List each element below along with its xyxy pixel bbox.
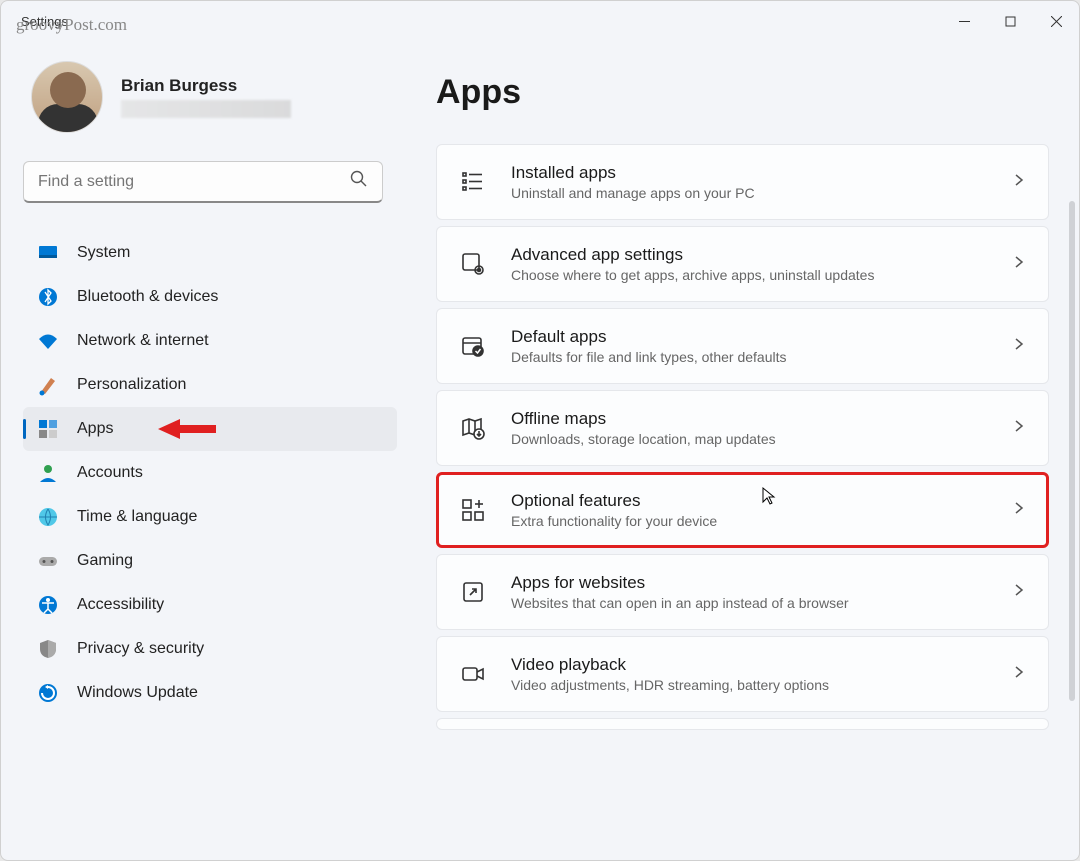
- card-default-apps[interactable]: Default apps Defaults for file and link …: [436, 308, 1049, 384]
- chevron-right-icon: [1012, 173, 1026, 192]
- username: Brian Burgess: [121, 76, 291, 96]
- sidebar-item-label: Apps: [77, 420, 113, 438]
- sidebar-item-label: Privacy & security: [77, 640, 204, 658]
- apps-icon: [37, 418, 59, 440]
- sidebar-item-update[interactable]: Windows Update: [23, 671, 397, 715]
- update-icon: [37, 682, 59, 704]
- card-title: Offline maps: [511, 409, 1012, 429]
- sidebar-item-label: Personalization: [77, 376, 186, 394]
- card-subtitle: Defaults for file and link types, other …: [511, 349, 1012, 365]
- sidebar-item-gaming[interactable]: Gaming: [23, 539, 397, 583]
- profile-section[interactable]: Brian Burgess: [23, 61, 397, 133]
- avatar: [31, 61, 103, 133]
- main-content: Apps Installed apps Uninstall and manage…: [411, 41, 1079, 860]
- sidebar-item-personalization[interactable]: Personalization: [23, 363, 397, 407]
- sidebar-item-label: Accounts: [77, 464, 143, 482]
- email-redacted: [121, 100, 291, 118]
- list-icon: [459, 168, 487, 196]
- sidebar-item-label: Accessibility: [77, 596, 164, 614]
- sidebar-item-accounts[interactable]: Accounts: [23, 451, 397, 495]
- gamepad-icon: [37, 550, 59, 572]
- settings-window: groovyPost.com Settings Brian Burgess: [0, 0, 1080, 861]
- card-installed-apps[interactable]: Installed apps Uninstall and manage apps…: [436, 144, 1049, 220]
- sidebar-item-system[interactable]: System: [23, 231, 397, 275]
- page-title: Apps: [436, 73, 1049, 112]
- search-icon: [350, 170, 368, 193]
- grid-plus-icon: [459, 496, 487, 524]
- sidebar-item-label: Bluetooth & devices: [77, 288, 218, 306]
- video-icon: [459, 660, 487, 688]
- open-external-icon: [459, 578, 487, 606]
- person-icon: [37, 462, 59, 484]
- sidebar-item-time[interactable]: Time & language: [23, 495, 397, 539]
- card-advanced-settings[interactable]: Advanced app settings Choose where to ge…: [436, 226, 1049, 302]
- card-title: Advanced app settings: [511, 245, 1012, 265]
- card-partial[interactable]: [436, 718, 1049, 730]
- chevron-right-icon: [1012, 665, 1026, 684]
- sidebar-item-label: Windows Update: [77, 684, 198, 702]
- maximize-button[interactable]: [987, 1, 1033, 41]
- search-box[interactable]: [23, 161, 383, 203]
- card-title: Apps for websites: [511, 573, 1012, 593]
- paintbrush-icon: [37, 374, 59, 396]
- card-optional-features[interactable]: Optional features Extra functionality fo…: [436, 472, 1049, 548]
- search-input[interactable]: [38, 173, 350, 191]
- card-subtitle: Video adjustments, HDR streaming, batter…: [511, 677, 1012, 693]
- system-icon: [37, 242, 59, 264]
- sidebar-item-label: Network & internet: [77, 332, 209, 350]
- sidebar-item-label: Gaming: [77, 552, 133, 570]
- sidebar: Brian Burgess System Bluetooth & devices: [1, 41, 411, 860]
- chevron-right-icon: [1012, 255, 1026, 274]
- chevron-right-icon: [1012, 501, 1026, 520]
- card-subtitle: Websites that can open in an app instead…: [511, 595, 1012, 611]
- minimize-button[interactable]: [941, 1, 987, 41]
- arrow-annotation: [158, 417, 218, 446]
- card-offline-maps[interactable]: Offline maps Downloads, storage location…: [436, 390, 1049, 466]
- app-gear-icon: [459, 250, 487, 278]
- clock-globe-icon: [37, 506, 59, 528]
- nav-list: System Bluetooth & devices Network & int…: [23, 231, 397, 715]
- chevron-right-icon: [1012, 583, 1026, 602]
- wifi-icon: [37, 330, 59, 352]
- card-subtitle: Choose where to get apps, archive apps, …: [511, 267, 1012, 283]
- sidebar-item-apps[interactable]: Apps: [23, 407, 397, 451]
- close-button[interactable]: [1033, 1, 1079, 41]
- sidebar-item-privacy[interactable]: Privacy & security: [23, 627, 397, 671]
- sidebar-item-network[interactable]: Network & internet: [23, 319, 397, 363]
- sidebar-item-label: Time & language: [77, 508, 197, 526]
- card-apps-websites[interactable]: Apps for websites Websites that can open…: [436, 554, 1049, 630]
- card-subtitle: Extra functionality for your device: [511, 513, 1012, 529]
- scrollbar[interactable]: [1069, 201, 1075, 701]
- card-title: Default apps: [511, 327, 1012, 347]
- watermark: groovyPost.com: [16, 15, 127, 35]
- accessibility-icon: [37, 594, 59, 616]
- chevron-right-icon: [1012, 419, 1026, 438]
- card-title: Video playback: [511, 655, 1012, 675]
- card-subtitle: Downloads, storage location, map updates: [511, 431, 1012, 447]
- titlebar: groovyPost.com Settings: [1, 1, 1079, 41]
- shield-icon: [37, 638, 59, 660]
- map-download-icon: [459, 414, 487, 442]
- sidebar-item-label: System: [77, 244, 130, 262]
- app-check-icon: [459, 332, 487, 360]
- sidebar-item-bluetooth[interactable]: Bluetooth & devices: [23, 275, 397, 319]
- card-video-playback[interactable]: Video playback Video adjustments, HDR st…: [436, 636, 1049, 712]
- cursor-icon: [761, 486, 777, 511]
- chevron-right-icon: [1012, 337, 1026, 356]
- card-list: Installed apps Uninstall and manage apps…: [436, 144, 1049, 730]
- sidebar-item-accessibility[interactable]: Accessibility: [23, 583, 397, 627]
- card-title: Installed apps: [511, 163, 1012, 183]
- bluetooth-icon: [37, 286, 59, 308]
- card-subtitle: Uninstall and manage apps on your PC: [511, 185, 1012, 201]
